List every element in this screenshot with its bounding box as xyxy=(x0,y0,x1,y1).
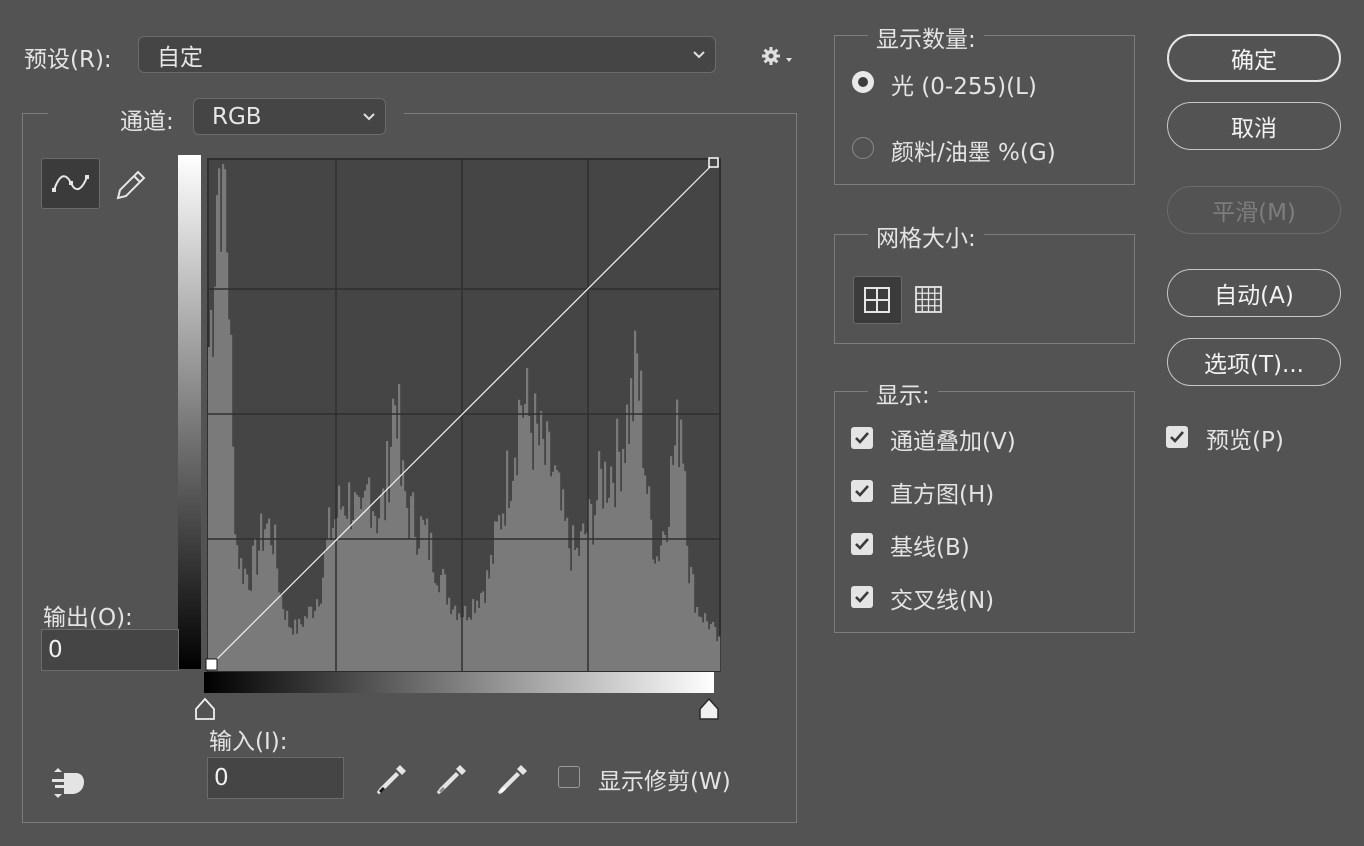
channel-label: 通道: xyxy=(120,109,174,135)
white-point-slider[interactable] xyxy=(697,697,721,721)
ok-button[interactable]: 确定 xyxy=(1167,34,1341,82)
simple-grid-button[interactable] xyxy=(853,276,902,324)
options-button[interactable]: 选项(T)... xyxy=(1167,338,1341,386)
channel-overlays-checkbox[interactable] xyxy=(851,427,873,449)
light-radio-label: 光 (0-255)(L) xyxy=(891,74,1037,100)
smooth-button[interactable]: 平滑(M) xyxy=(1167,186,1341,234)
channel-overlays-label: 通道叠加(V) xyxy=(890,429,1016,455)
chevron-down-icon xyxy=(363,112,375,120)
pigment-radio[interactable] xyxy=(852,137,874,159)
curves-graph[interactable] xyxy=(204,155,724,675)
curve-point-black xyxy=(205,658,218,671)
grid-size-title: 网格大小: xyxy=(868,219,984,253)
curve-point-white xyxy=(708,157,719,168)
channel-value: RGB xyxy=(212,103,262,130)
intersection-line-checkbox[interactable] xyxy=(851,586,873,608)
output-field[interactable]: 0 xyxy=(41,629,179,671)
pigment-radio-label: 颜料/油墨 %(G) xyxy=(891,140,1056,166)
show-clipping-label: 显示修剪(W) xyxy=(598,769,731,795)
preview-checkbox[interactable] xyxy=(1166,426,1188,448)
show-clipping-checkbox[interactable] xyxy=(558,766,580,788)
preset-value: 自定 xyxy=(157,44,203,71)
pencil-icon[interactable] xyxy=(112,164,148,202)
channel-select[interactable]: RGB xyxy=(193,98,386,135)
gear-icon[interactable] xyxy=(760,44,794,70)
output-value: 0 xyxy=(48,637,63,663)
light-radio[interactable] xyxy=(852,71,874,93)
gray-point-eyedropper-icon[interactable] xyxy=(432,761,470,797)
detailed-grid-icon[interactable] xyxy=(914,285,944,315)
chevron-down-icon xyxy=(693,50,705,58)
black-point-eyedropper-icon[interactable] xyxy=(372,761,410,797)
white-point-eyedropper-icon[interactable] xyxy=(493,761,531,797)
input-value: 0 xyxy=(214,765,229,791)
baseline-label: 基线(B) xyxy=(890,535,970,561)
preset-select[interactable]: 自定 xyxy=(138,36,716,73)
preset-label: 预设(R): xyxy=(24,47,112,73)
input-gradient xyxy=(204,672,714,693)
input-label: 输入(I): xyxy=(209,729,288,755)
hand-adjust-icon[interactable] xyxy=(50,766,90,800)
intersection-line-label: 交叉线(N) xyxy=(890,588,995,614)
input-field[interactable]: 0 xyxy=(207,757,344,799)
preview-label: 预览(P) xyxy=(1206,428,1284,454)
baseline-checkbox[interactable] xyxy=(851,533,873,555)
output-label: 输出(O): xyxy=(43,605,133,631)
show-amount-title: 显示数量: xyxy=(868,20,984,54)
simple-grid-icon xyxy=(864,287,890,313)
display-title: 显示: xyxy=(868,376,938,410)
auto-button[interactable]: 自动(A) xyxy=(1167,269,1341,317)
histogram-checkbox[interactable] xyxy=(851,480,873,502)
cancel-button[interactable]: 取消 xyxy=(1167,102,1341,150)
curve-point-icon xyxy=(52,175,89,192)
curve-point-tool[interactable] xyxy=(41,158,100,209)
output-gradient xyxy=(178,155,201,669)
black-point-slider[interactable] xyxy=(193,697,217,721)
histogram-label: 直方图(H) xyxy=(890,482,995,508)
